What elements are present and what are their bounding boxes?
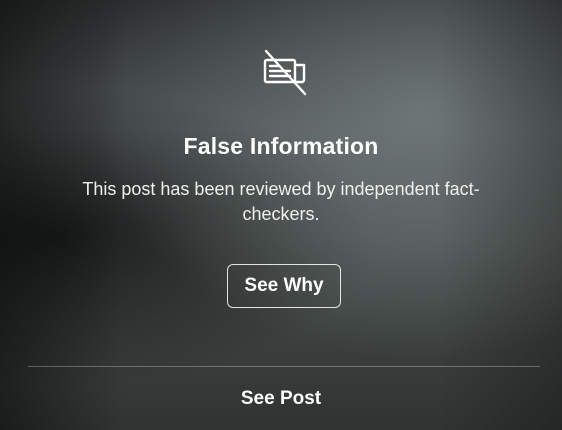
overlay-title: False Information [183, 133, 379, 159]
false-information-overlay: False Information This post has been rev… [0, 0, 562, 430]
see-why-button[interactable]: See Why [227, 264, 341, 308]
overlay-description: This post has been reviewed by independe… [82, 179, 480, 224]
news-crossed-out-icon [263, 49, 307, 96]
see-post-button[interactable]: See Post [0, 367, 562, 430]
